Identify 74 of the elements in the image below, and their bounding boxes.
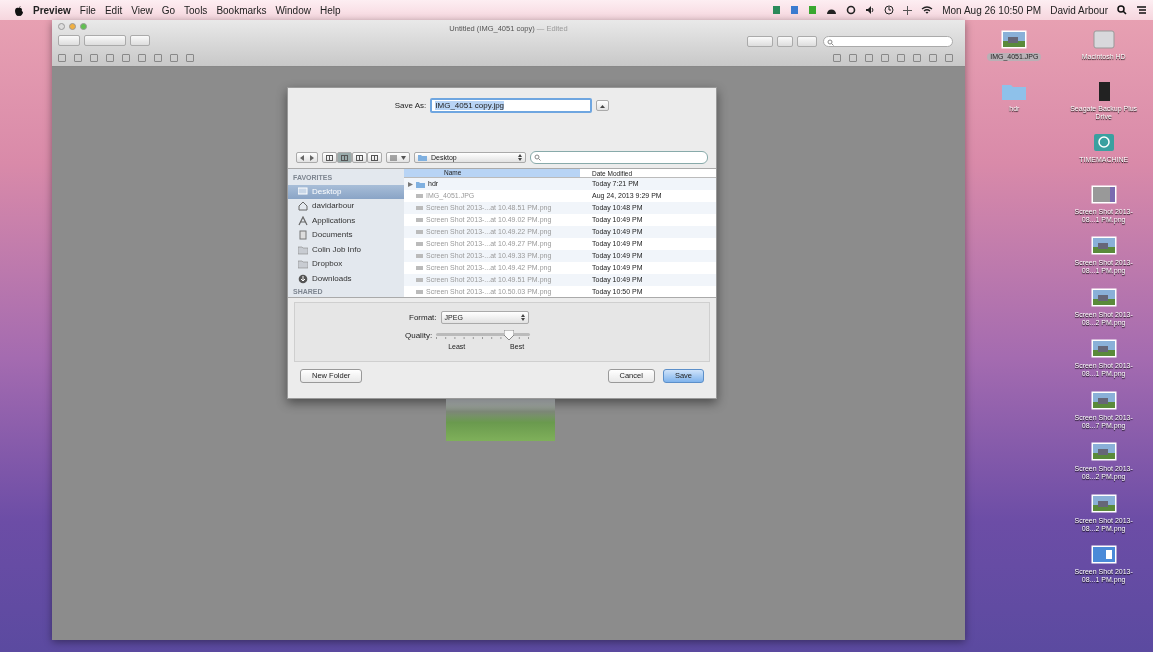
folder-icon [298, 244, 308, 255]
back-forward-button[interactable] [296, 152, 318, 163]
search-field[interactable] [823, 36, 953, 47]
wifi-icon[interactable] [921, 5, 934, 15]
save-as-label: Save As: [394, 99, 427, 112]
caret-icon [401, 155, 406, 160]
menu-item[interactable]: Window [275, 2, 311, 18]
expand-button[interactable] [596, 100, 610, 111]
folder-icon [416, 180, 425, 188]
photo-thumbnail-icon[interactable] [1001, 30, 1028, 49]
house-icon [298, 201, 308, 212]
clock-text[interactable]: Mon Aug 26 10:50 PM [942, 2, 1042, 18]
sidebar-item[interactable]: Colin Job Info [288, 242, 404, 257]
view-mode-icon [371, 154, 378, 161]
format-label: Format: [409, 311, 437, 324]
view-mode-icon [356, 154, 363, 161]
screenshot-thumbnail-icon[interactable] [1090, 545, 1117, 564]
view-button[interactable] [337, 152, 352, 163]
search-icon[interactable] [1117, 5, 1127, 15]
sidebar-item[interactable]: Dropbox [288, 257, 404, 272]
document-icon [298, 230, 308, 241]
list-icon[interactable] [1136, 5, 1147, 15]
search-icon [534, 154, 541, 162]
applications-icon [298, 215, 308, 226]
photo-thumbnail-icon[interactable] [1090, 442, 1117, 461]
updown-icon [520, 314, 525, 321]
photo-thumbnail-icon[interactable] [1090, 339, 1117, 358]
sidebar-item[interactable]: Documents [288, 228, 404, 243]
photo-thumbnail-icon[interactable] [1090, 493, 1117, 513]
sidebar-item[interactable]: Applications [288, 213, 404, 228]
folder-icon [418, 154, 427, 161]
screenshot-thumbnail-icon[interactable] [1090, 184, 1117, 204]
photo-thumbnail-icon[interactable] [1090, 236, 1117, 255]
search-field[interactable] [530, 151, 708, 164]
photo-thumbnail-icon[interactable] [1090, 287, 1117, 307]
menu-item[interactable]: Edit [104, 2, 123, 18]
view-mode-icon [341, 154, 348, 161]
menu-item[interactable]: Tools [184, 2, 208, 18]
menu-item[interactable]: View [131, 2, 153, 18]
toolbar-button[interactable] [130, 35, 150, 46]
back-forward-icon [300, 154, 314, 161]
volume-icon[interactable] [865, 5, 876, 15]
search-icon [827, 39, 834, 47]
sidebar-item[interactable]: Downloads [288, 271, 404, 286]
arrange-button[interactable] [386, 152, 410, 163]
filename-field[interactable]: IMG_4051 copy.jpg [430, 98, 593, 113]
view-button[interactable] [322, 152, 337, 163]
sidebar-item[interactable]: davidarbour [288, 199, 404, 214]
menu-item[interactable]: Preview [33, 2, 71, 18]
view-button[interactable] [352, 152, 367, 163]
toolbar-button[interactable] [797, 36, 817, 47]
menu-item[interactable]: Go [161, 2, 175, 18]
menu-item[interactable]: File [79, 2, 96, 18]
clock-icon[interactable] [884, 5, 895, 15]
download-icon [298, 273, 308, 284]
photo-thumbnail-icon[interactable] [1090, 390, 1117, 410]
slider-thumb[interactable] [504, 330, 515, 340]
toolbar-button[interactable] [777, 36, 793, 47]
user-name[interactable]: David Arbour [1050, 2, 1108, 18]
menu-item[interactable]: Bookmarks [216, 2, 267, 18]
desktop-icon [298, 186, 308, 197]
quality-label: Quality: [405, 330, 433, 342]
toolbar-button[interactable] [84, 35, 126, 46]
caret-icon [600, 103, 606, 109]
updown-icon [518, 154, 522, 161]
apple-logo-icon[interactable] [14, 4, 24, 16]
view-button[interactable] [367, 152, 382, 163]
menu-item[interactable]: Help [319, 2, 341, 18]
list-icon [390, 154, 397, 161]
view-mode-icon [326, 154, 333, 161]
folder-icon [298, 259, 308, 270]
toolbar-button[interactable] [58, 35, 80, 46]
toolbar-button[interactable] [747, 36, 773, 47]
disclosure-triangle-icon[interactable] [408, 181, 413, 187]
